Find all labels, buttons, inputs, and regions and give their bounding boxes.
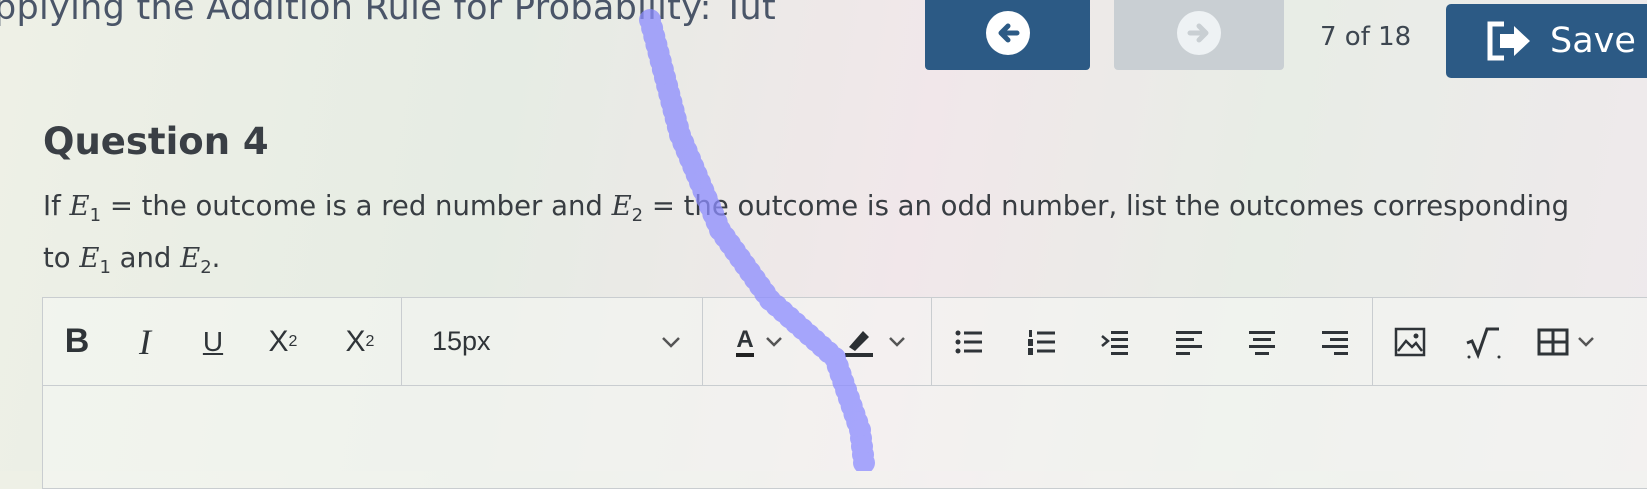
font-size-value: 15px <box>432 326 491 356</box>
align-left-icon <box>1175 330 1202 355</box>
chevron-down-icon <box>887 336 907 348</box>
indent-button[interactable] <box>1085 298 1145 385</box>
italic-button[interactable]: I <box>111 298 179 385</box>
arrow-left-icon <box>985 11 1030 55</box>
doodle-dot <box>672 131 695 154</box>
top-bar: pplying the Addition Rule for Probabilit… <box>0 0 1647 95</box>
doodle-dot <box>682 155 705 178</box>
event-e2-subscript: 2 <box>631 205 644 226</box>
highlighter-icon <box>841 327 875 357</box>
insert-equation-button[interactable] <box>1453 298 1513 385</box>
question-title: Question 4 <box>43 120 269 163</box>
save-label: Save <box>1550 21 1636 61</box>
superscript-exponent: 2 <box>288 332 298 350</box>
arrow-right-icon <box>1177 11 1221 55</box>
event-e1-subscript: 1 <box>89 205 102 226</box>
subscript-index: 2 <box>365 332 375 350</box>
next-button[interactable] <box>1114 0 1284 70</box>
image-icon <box>1394 327 1425 356</box>
align-right-icon <box>1322 330 1349 355</box>
event-e2: E <box>180 242 201 274</box>
event-e1: E <box>79 242 100 274</box>
align-right-button[interactable] <box>1305 298 1365 385</box>
format-group: B I U X2 X2 <box>43 298 402 385</box>
event-e1: E <box>69 190 90 222</box>
indent-icon <box>1101 330 1129 355</box>
chevron-down-icon <box>764 336 784 348</box>
previous-button[interactable] <box>925 0 1090 70</box>
doodle-dot <box>662 99 685 122</box>
doodle-dot <box>669 124 691 146</box>
bullet-list-icon <box>955 330 982 353</box>
insert-image-button[interactable] <box>1380 298 1440 385</box>
chevron-down-icon <box>660 335 682 349</box>
question-text-segment: . <box>211 242 221 274</box>
doodle-dot <box>685 163 708 186</box>
superscript-button[interactable]: X2 <box>247 298 319 385</box>
numbered-list-icon <box>1027 329 1055 355</box>
save-button[interactable]: Save <box>1446 4 1647 78</box>
align-center-button[interactable] <box>1232 298 1292 385</box>
question-text: If E1 = the outcome is a red number and … <box>43 185 1647 289</box>
square-root-icon <box>1466 327 1501 359</box>
chevron-down-icon <box>1577 336 1595 348</box>
superscript-base: X <box>268 324 289 358</box>
paragraph-group <box>932 298 1373 385</box>
doodle-dot <box>664 107 687 130</box>
font-size-group: 15px <box>402 298 703 385</box>
table-icon <box>1537 328 1569 355</box>
page-counter: 7 of 18 <box>1320 22 1412 52</box>
page-title: pplying the Addition Rule for Probabilit… <box>0 0 777 28</box>
align-center-icon <box>1248 330 1275 355</box>
save-exit-icon <box>1486 20 1534 62</box>
question-text-segment: to <box>43 242 80 274</box>
question-line-2: to E1 and E2. <box>43 237 1647 289</box>
question-text-segment: = the outcome is a red number and <box>101 190 612 222</box>
numbered-list-button[interactable] <box>1012 298 1072 385</box>
highlight-color-button[interactable] <box>824 298 924 385</box>
event-e2: E <box>611 190 632 222</box>
question-text-segment: If <box>43 190 70 222</box>
answer-editor: B I U X2 X2 15px A <box>42 297 1647 489</box>
bullet-list-button[interactable] <box>939 298 999 385</box>
font-color-letter: A <box>736 326 754 357</box>
font-color-button[interactable]: A <box>710 298 810 385</box>
editor-toolbar: B I U X2 X2 15px A <box>43 298 1647 386</box>
answer-text-area[interactable] <box>43 386 1647 486</box>
insert-group <box>1373 298 1613 385</box>
color-group: A <box>703 298 932 385</box>
event-e2-subscript: 2 <box>200 257 212 278</box>
bold-button[interactable]: B <box>43 298 111 385</box>
event-e1-subscript: 1 <box>99 257 111 278</box>
font-size-select[interactable]: 15px <box>402 298 702 385</box>
align-left-button[interactable] <box>1159 298 1219 385</box>
subscript-base: X <box>345 324 366 358</box>
subscript-button[interactable]: X2 <box>319 298 401 385</box>
question-line-1: If E1 = the outcome is a red number and … <box>43 185 1647 237</box>
question-text-segment: = the outcome is an odd number, list the… <box>643 190 1570 222</box>
doodle-dot <box>675 139 698 162</box>
doodle-dot <box>679 147 701 170</box>
underline-button[interactable]: U <box>179 298 247 385</box>
insert-table-button[interactable] <box>1526 298 1606 385</box>
question-text-segment: and <box>110 242 181 274</box>
doodle-dot <box>666 115 689 138</box>
